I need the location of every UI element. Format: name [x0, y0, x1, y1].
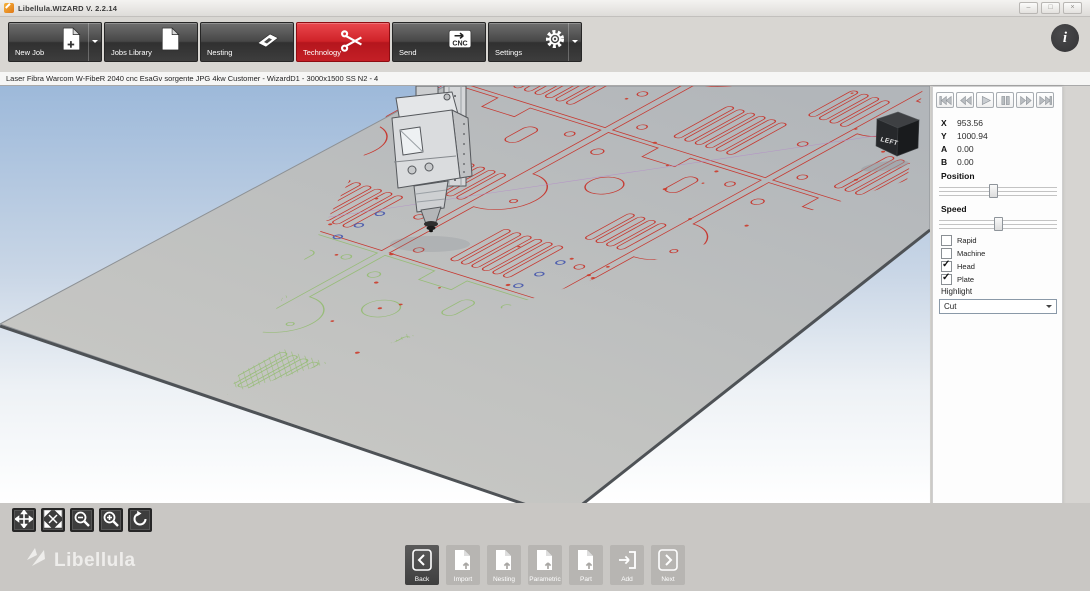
- toolbar-button-jobs-library[interactable]: Jobs Library: [104, 22, 198, 62]
- play-button[interactable]: [976, 92, 994, 108]
- rapid-checkbox[interactable]: [941, 235, 952, 246]
- add-button[interactable]: Add: [610, 545, 644, 585]
- window-title: Libellula.WIZARD V. 2.2.14: [18, 4, 117, 13]
- next-button[interactable]: Next: [651, 545, 685, 585]
- nesting-button[interactable]: Nesting: [487, 545, 521, 585]
- speed-label: Speed: [941, 204, 967, 214]
- pause-button[interactable]: [996, 92, 1014, 108]
- pan-icon: [15, 510, 33, 531]
- reset-view-icon: [131, 510, 149, 531]
- back-button[interactable]: Back: [405, 545, 439, 585]
- step-back-button[interactable]: [956, 92, 974, 108]
- minimize-button[interactable]: –: [1019, 2, 1038, 14]
- part-icon: [576, 549, 596, 573]
- title-bar: Libellula.WIZARD V. 2.2.14 – □ ×: [0, 0, 1090, 17]
- application-window: Libellula.WIZARD V. 2.2.14 – □ × New Job…: [0, 0, 1090, 591]
- plate-checkbox[interactable]: [941, 274, 952, 285]
- speed-slider[interactable]: [939, 216, 1057, 232]
- position-label: Position: [941, 171, 975, 181]
- viewport-3d[interactable]: LEFT: [0, 86, 930, 503]
- position-slider[interactable]: [939, 183, 1057, 199]
- new-job-icon: [61, 27, 83, 51]
- parametric-button[interactable]: Parametric: [528, 545, 562, 585]
- highlight-label: Highlight: [941, 287, 972, 296]
- step-forward-button[interactable]: [1016, 92, 1034, 108]
- toolbar-button-technology[interactable]: Technology: [296, 22, 390, 62]
- maximize-button[interactable]: □: [1041, 2, 1060, 14]
- machine-checkbox[interactable]: [941, 248, 952, 259]
- transport-controls: [936, 92, 1054, 108]
- coordinate-readout: X953.56 Y1000.94 A0.00 B0.00: [941, 115, 988, 167]
- settings-dropdown-arrow-icon[interactable]: [568, 23, 581, 61]
- chevron-down-icon: [1046, 305, 1052, 311]
- toolbar-button-new-job[interactable]: New Job: [8, 22, 102, 62]
- next-icon: [658, 549, 678, 573]
- app-icon: [4, 3, 14, 13]
- technology-icon: [341, 30, 363, 54]
- position-slider-thumb[interactable]: [989, 184, 998, 198]
- main-toolbar: New Job Jobs Library Nesting Technology …: [0, 17, 1090, 72]
- add-icon: [617, 549, 637, 573]
- zoom-in-button[interactable]: [99, 508, 123, 532]
- jobs-library-icon: [160, 27, 182, 51]
- a-value: 0.00: [957, 144, 974, 154]
- reset-view-button[interactable]: [128, 508, 152, 532]
- highlight-selected-value: Cut: [944, 302, 956, 311]
- back-icon: [412, 549, 432, 573]
- layer-toggles: Rapid Machine Head Plate: [941, 234, 985, 286]
- simulation-panel: X953.56 Y1000.94 A0.00 B0.00 Position Sp…: [932, 86, 1063, 539]
- x-value: 953.56: [957, 118, 983, 128]
- nesting-import-icon: [494, 549, 514, 573]
- skip-end-button[interactable]: [1036, 92, 1054, 108]
- zoom-out-icon: [73, 510, 91, 531]
- toolbar-button-settings[interactable]: Settings: [488, 22, 582, 62]
- pan-button[interactable]: [12, 508, 36, 532]
- skip-start-button[interactable]: [936, 92, 954, 108]
- zoom-in-icon: [102, 510, 120, 531]
- speed-slider-thumb[interactable]: [994, 217, 1003, 231]
- part-button[interactable]: Part: [569, 545, 603, 585]
- head-checkbox[interactable]: [941, 261, 952, 272]
- nesting-icon: [256, 31, 278, 55]
- libellula-logo-icon: [26, 546, 48, 575]
- new-job-dropdown-arrow-icon[interactable]: [88, 23, 101, 61]
- close-button[interactable]: ×: [1063, 2, 1082, 14]
- libellula-logo-text: Libellula: [54, 550, 136, 572]
- import-button[interactable]: Import: [446, 545, 480, 585]
- rapid-checkbox-row[interactable]: Rapid: [941, 234, 985, 247]
- highlight-select[interactable]: Cut: [939, 299, 1057, 314]
- job-info-bar: Laser Fibra Warcom W-FibeR 2040 cnc EsaG…: [0, 72, 1090, 86]
- view-controls: [12, 508, 152, 532]
- b-value: 0.00: [957, 157, 974, 167]
- info-icon: i: [1063, 30, 1067, 47]
- fit-view-button[interactable]: [41, 508, 65, 532]
- import-icon: [453, 549, 473, 573]
- libellula-logo: Libellula: [26, 546, 136, 575]
- fit-view-icon: [44, 510, 62, 531]
- toolbar-button-nesting[interactable]: Nesting: [200, 22, 294, 62]
- info-button[interactable]: i: [1051, 24, 1079, 52]
- send-cnc-icon: CNC: [448, 27, 470, 51]
- toolbar-button-send[interactable]: CNC Send: [392, 22, 486, 62]
- parametric-icon: [535, 549, 555, 573]
- zoom-out-button[interactable]: [70, 508, 94, 532]
- plate-checkbox-row[interactable]: Plate: [941, 273, 985, 286]
- settings-icon: [543, 27, 565, 51]
- svg-text:CNC: CNC: [452, 40, 467, 48]
- y-value: 1000.94: [957, 131, 988, 141]
